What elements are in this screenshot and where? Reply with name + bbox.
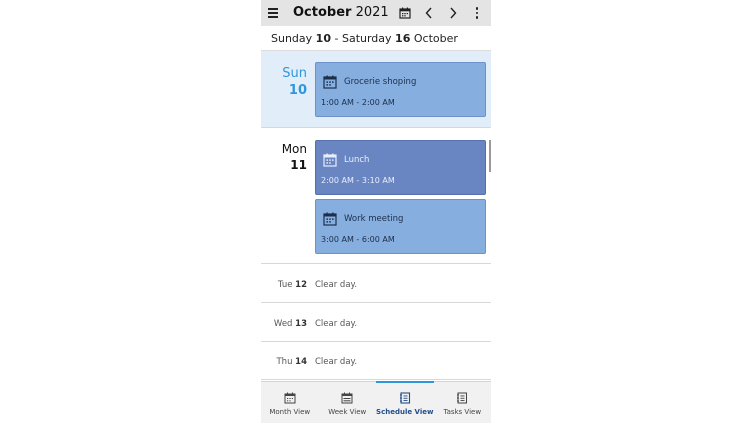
range-end-num: 16 xyxy=(395,32,411,45)
range-month: October xyxy=(413,32,458,45)
tab-label: Schedule View xyxy=(376,408,434,416)
tab-week-view[interactable]: Week View xyxy=(319,382,377,423)
week-view-icon xyxy=(341,392,353,404)
day-row-thu[interactable]: Thu 14 Clear day. xyxy=(261,342,491,380)
clear-day-text: Clear day. xyxy=(315,357,358,367)
tasks-view-icon xyxy=(457,392,468,404)
event-title: Lunch xyxy=(344,155,370,165)
top-toolbar: October 2021 xyxy=(261,0,491,26)
day-label-tue: Tue 12 xyxy=(278,280,307,290)
day-row-tue[interactable]: Tue 12 Clear day. xyxy=(261,265,491,303)
event-card[interactable]: Grocerie shoping 1:00 AM - 2:00 AM xyxy=(315,62,486,117)
hamburger-menu-icon[interactable] xyxy=(268,7,279,18)
tab-label: Week View xyxy=(328,408,367,416)
day-row-wed[interactable]: Wed 13 Clear day. xyxy=(261,304,491,342)
day-name: Mon xyxy=(281,142,307,156)
day-number: 11 xyxy=(290,158,307,172)
day-name: Wed xyxy=(273,319,293,329)
range-start-day: Sunday xyxy=(271,32,313,45)
day-name: Thu xyxy=(276,357,293,367)
month-year-title[interactable]: October 2021 xyxy=(293,5,389,20)
bottom-navigation: Month View Week View Schedule View Tasks… xyxy=(261,381,491,423)
event-time: 3:00 AM - 6:00 AM xyxy=(321,235,395,244)
tab-month-view[interactable]: Month View xyxy=(261,382,319,423)
clear-day-text: Clear day. xyxy=(315,319,358,329)
month-label: October xyxy=(293,5,352,20)
day-name: Sun xyxy=(282,66,307,81)
day-label-sun[interactable]: Sun 10 xyxy=(261,66,307,98)
day-number: 10 xyxy=(288,83,307,98)
tab-tasks-view[interactable]: Tasks View xyxy=(434,382,492,423)
day-number: 12 xyxy=(295,280,307,290)
event-card[interactable]: Work meeting 3:00 AM - 6:00 AM xyxy=(315,199,486,254)
month-view-icon xyxy=(284,392,296,404)
day-row-mon: Mon 11 Lunch 2:00 AM - 3:10 AM Work meet… xyxy=(261,129,491,264)
event-calendar-icon xyxy=(323,153,337,167)
event-title: Grocerie shoping xyxy=(344,77,417,87)
day-number: 14 xyxy=(295,357,307,367)
calendar-icon[interactable] xyxy=(395,3,415,23)
day-label-mon[interactable]: Mon 11 xyxy=(261,142,307,172)
day-row-sun: Sun 10 Grocerie shoping 1:00 AM - 2:00 A… xyxy=(261,51,491,128)
day-label-wed: Wed 13 xyxy=(274,319,307,329)
week-range-header: Sunday 10 - Saturday 16 October xyxy=(261,26,491,51)
schedule-view-icon xyxy=(399,392,410,404)
year-label: 2021 xyxy=(355,5,389,20)
chevron-right-icon[interactable] xyxy=(443,3,463,23)
range-end-day: Saturday xyxy=(341,32,392,45)
day-name: Tue xyxy=(277,280,293,290)
day-label-thu: Thu 14 xyxy=(276,357,307,367)
event-title: Work meeting xyxy=(344,214,404,224)
clear-day-text: Clear day. xyxy=(315,280,358,290)
calendar-app: October 2021 Sunday 10 - Saturday 16 Oct… xyxy=(261,0,491,423)
event-time: 1:00 AM - 2:00 AM xyxy=(321,98,395,107)
more-vertical-icon[interactable] xyxy=(469,4,485,22)
scrollbar[interactable] xyxy=(489,140,491,172)
day-number: 13 xyxy=(295,319,307,329)
event-calendar-icon xyxy=(323,212,337,226)
event-time: 2:00 AM - 3:10 AM xyxy=(321,176,395,185)
chevron-left-icon[interactable] xyxy=(419,3,439,23)
event-card[interactable]: Lunch 2:00 AM - 3:10 AM xyxy=(315,140,486,195)
tab-schedule-view[interactable]: Schedule View xyxy=(376,381,434,423)
range-separator: - xyxy=(334,32,339,45)
range-start-num: 10 xyxy=(315,32,331,45)
tab-label: Month View xyxy=(269,408,311,416)
event-calendar-icon xyxy=(323,75,337,89)
tab-label: Tasks View xyxy=(443,408,482,416)
